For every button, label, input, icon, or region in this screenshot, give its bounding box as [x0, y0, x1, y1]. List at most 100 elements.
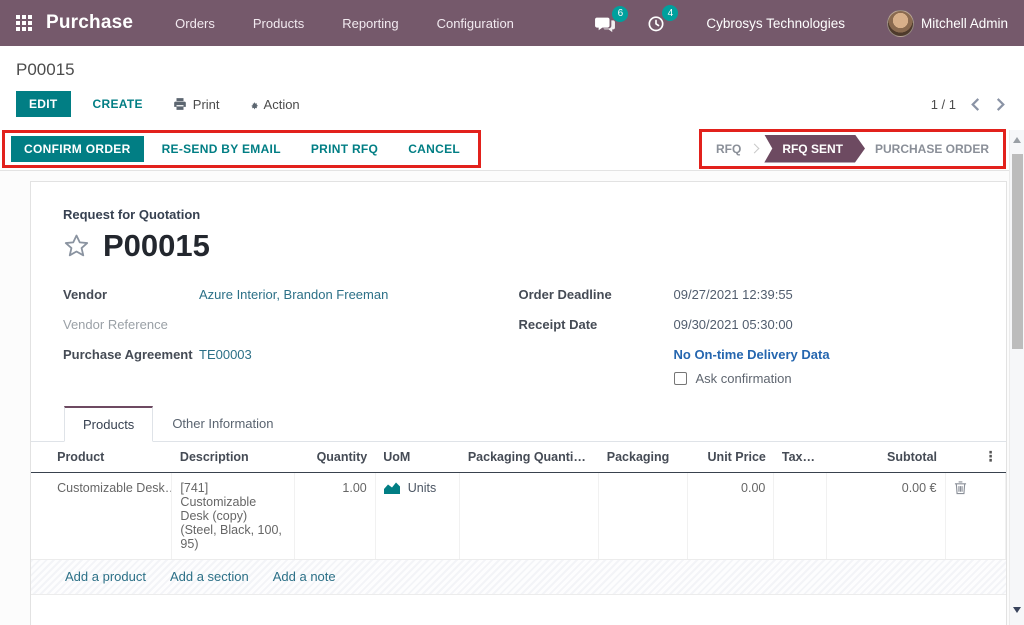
- delivery-data-note: No On-time Delivery Data: [674, 347, 975, 362]
- menu-products[interactable]: Products: [253, 16, 304, 31]
- tab-products[interactable]: Products: [64, 406, 153, 442]
- cell-product: Customizable Desk…: [49, 473, 172, 560]
- cell-packaging: [599, 473, 688, 560]
- handle-column-header: [31, 442, 49, 473]
- col-quantity[interactable]: Quantity: [295, 442, 376, 473]
- form-view: Request for Quotation P00015 Vendor Azur…: [0, 171, 1009, 625]
- stage-purchase-order[interactable]: PURCHASE ORDER: [865, 142, 999, 156]
- order-deadline-label: Order Deadline: [519, 287, 674, 302]
- col-packaging-quantity[interactable]: Packaging Quanti…: [460, 442, 599, 473]
- order-lines-table: Product Description Quantity UoM Packagi…: [31, 442, 1006, 560]
- doc-type-label: Request for Quotation: [63, 207, 974, 222]
- forecast-chart-icon[interactable]: [384, 481, 400, 494]
- menu-reporting[interactable]: Reporting: [342, 16, 398, 31]
- print-label: Print: [193, 97, 220, 112]
- scrollbar-thumb[interactable]: [1012, 154, 1023, 349]
- table-row[interactable]: Customizable Desk… [741] Customizable De…: [31, 473, 1006, 560]
- stage-rfq-sent[interactable]: RFQ SENT: [764, 135, 865, 163]
- menu-configuration[interactable]: Configuration: [437, 16, 514, 31]
- apps-grid-icon[interactable]: [16, 15, 32, 31]
- cell-taxes: [774, 473, 826, 560]
- col-product[interactable]: Product: [49, 442, 172, 473]
- pager: 1 / 1: [931, 97, 1006, 112]
- cell-packaging-quantity: [460, 473, 599, 560]
- cell-quantity: 1.00: [295, 473, 376, 560]
- vendor-reference-label: Vendor Reference: [63, 317, 199, 332]
- fields-left-column: Vendor Azure Interior, Brandon Freeman V…: [63, 287, 519, 386]
- chevron-right-icon: [995, 98, 1006, 111]
- ask-confirmation-checkbox[interactable]: [674, 372, 687, 385]
- tab-other-information[interactable]: Other Information: [153, 406, 292, 442]
- cell-uom: Units: [408, 481, 436, 495]
- action-label: Action: [264, 97, 300, 112]
- favorite-star-icon[interactable]: [63, 233, 90, 259]
- record-title: P00015: [103, 230, 210, 261]
- avatar[interactable]: [887, 10, 914, 37]
- receipt-date-value: 09/30/2021 05:30:00: [674, 317, 793, 332]
- print-rfq-button[interactable]: PRINT RFQ: [305, 141, 384, 157]
- notebook-tabs: Products Other Information: [31, 406, 1006, 442]
- add-line-row: Add a product Add a section Add a note: [31, 560, 1006, 595]
- printer-icon: [173, 97, 187, 111]
- vendor-label: Vendor: [63, 287, 199, 302]
- add-a-note-link[interactable]: Add a note: [273, 569, 336, 584]
- vendor-link[interactable]: Azure Interior, Brandon Freeman: [199, 287, 388, 302]
- statusbar-row: CONFIRM ORDER RE-SEND BY EMAIL PRINT RFQ…: [0, 127, 1024, 171]
- print-menu[interactable]: Print: [173, 97, 220, 112]
- col-uom[interactable]: UoM: [375, 442, 460, 473]
- stage-rfq[interactable]: RFQ: [706, 142, 751, 156]
- add-a-product-link[interactable]: Add a product: [65, 569, 146, 584]
- control-panel: EDIT CREATE Print Action 1 / 1: [0, 82, 1024, 127]
- row-handle: [31, 473, 49, 560]
- action-menu[interactable]: Action: [244, 97, 300, 112]
- cell-description: [741] Customizable Desk (copy) (Steel, B…: [172, 473, 295, 560]
- col-description[interactable]: Description: [172, 442, 295, 473]
- optional-columns-icon[interactable]: ⋮: [953, 450, 997, 464]
- add-a-section-link[interactable]: Add a section: [170, 569, 249, 584]
- pager-previous-button[interactable]: [970, 98, 981, 111]
- odoo-purchase-screen: Purchase Orders Products Reporting Confi…: [0, 0, 1024, 625]
- cell-unit-price: 0.00: [687, 473, 774, 560]
- gear-icon: [244, 97, 258, 111]
- app-name[interactable]: Purchase: [46, 12, 133, 34]
- edit-button[interactable]: EDIT: [16, 91, 71, 117]
- breadcrumb[interactable]: P00015: [16, 60, 75, 79]
- delete-line-icon[interactable]: [954, 481, 997, 495]
- user-menu[interactable]: Mitchell Admin: [921, 16, 1008, 31]
- annotation-box-statusbar: RFQ RFQ SENT PURCHASE ORDER: [699, 129, 1006, 169]
- activities-icon[interactable]: 4: [646, 13, 666, 33]
- col-unit-price[interactable]: Unit Price: [687, 442, 774, 473]
- breadcrumb-row: P00015: [0, 46, 1024, 82]
- col-subtotal[interactable]: Subtotal: [826, 442, 945, 473]
- annotation-box-buttons: CONFIRM ORDER RE-SEND BY EMAIL PRINT RFQ…: [2, 130, 481, 168]
- pager-value[interactable]: 1 / 1: [931, 97, 956, 112]
- vertical-scrollbar[interactable]: [1009, 130, 1024, 625]
- scroll-down-icon[interactable]: [1013, 607, 1021, 613]
- resend-by-email-button[interactable]: RE-SEND BY EMAIL: [156, 141, 287, 157]
- company-switcher[interactable]: Cybrosys Technologies: [706, 16, 845, 31]
- pager-next-button[interactable]: [995, 98, 1006, 111]
- stage-separator-icon: [750, 144, 760, 154]
- col-taxes[interactable]: Tax…: [774, 442, 826, 473]
- cell-subtotal: 0.00 €: [826, 473, 945, 560]
- order-deadline-value: 09/27/2021 12:39:55: [674, 287, 793, 302]
- messages-icon[interactable]: 6: [594, 14, 616, 33]
- confirm-order-button[interactable]: CONFIRM ORDER: [11, 136, 144, 162]
- table-header-row: Product Description Quantity UoM Packagi…: [31, 442, 1006, 473]
- scroll-up-icon[interactable]: [1013, 137, 1021, 143]
- col-packaging[interactable]: Packaging: [599, 442, 688, 473]
- form-sheet: Request for Quotation P00015 Vendor Azur…: [30, 181, 1007, 625]
- navbar-right: 6 4 Cybrosys Technologies Mitchell Admin: [564, 10, 1008, 37]
- purchase-agreement-link[interactable]: TE00003: [199, 347, 252, 362]
- activities-badge: 4: [662, 5, 678, 21]
- fields-right-column: Order Deadline 09/27/2021 12:39:55 Recei…: [519, 287, 975, 386]
- cancel-button[interactable]: CANCEL: [402, 141, 466, 157]
- create-button[interactable]: CREATE: [87, 96, 149, 112]
- menu-orders[interactable]: Orders: [175, 16, 215, 31]
- field-group: Vendor Azure Interior, Brandon Freeman V…: [63, 287, 974, 386]
- purchase-agreement-label: Purchase Agreement: [63, 347, 199, 362]
- chevron-left-icon: [970, 98, 981, 111]
- ask-confirmation-label: Ask confirmation: [696, 371, 792, 386]
- messages-badge: 6: [612, 6, 628, 22]
- main-menu: Orders Products Reporting Configuration: [175, 16, 514, 31]
